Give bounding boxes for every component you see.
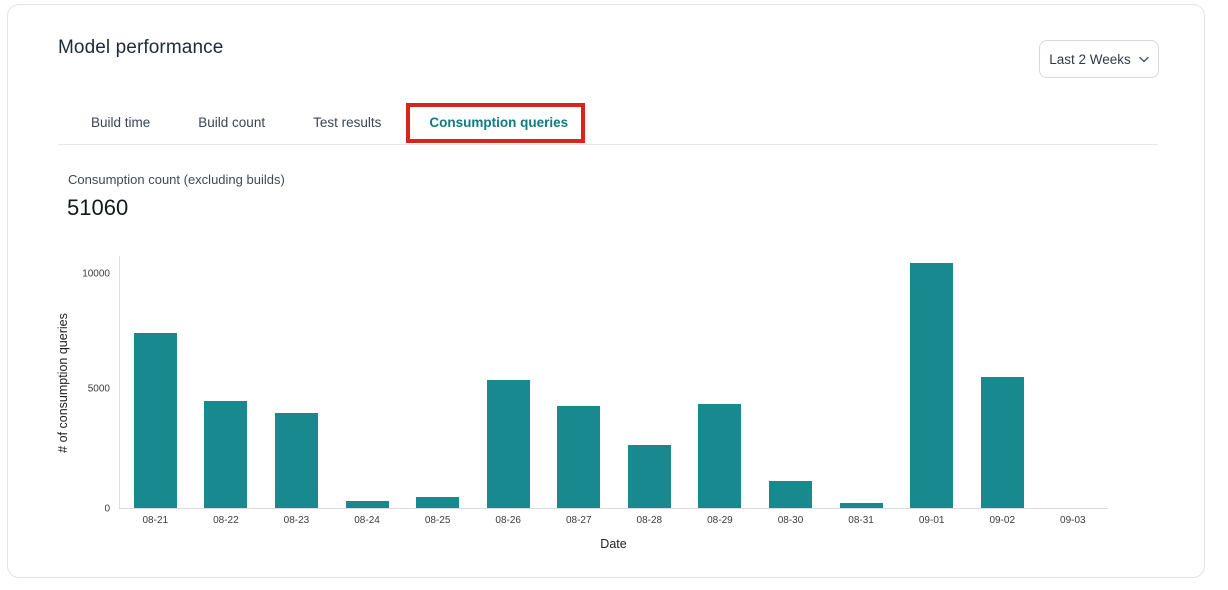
page-title: Model performance (58, 37, 223, 59)
x-tick-label: 09-01 (896, 515, 967, 526)
bar-slot: 08-25 (402, 256, 473, 508)
bar-08-22[interactable] (204, 401, 247, 508)
bar-08-25[interactable] (416, 497, 459, 508)
date-range-value: Last 2 Weeks (1049, 52, 1131, 67)
bar-slot: 08-28 (614, 256, 685, 508)
chevron-down-icon (1139, 56, 1149, 63)
x-tick-label: 08-25 (402, 515, 473, 526)
x-tick-label: 09-03 (1038, 515, 1109, 526)
bar-slot: 09-03 (1038, 256, 1109, 508)
bar-08-21[interactable] (134, 333, 177, 508)
tab-bar: Build time Build count Test results Cons… (91, 111, 568, 144)
bar-08-31[interactable] (840, 503, 883, 508)
x-axis-title: Date (119, 537, 1108, 551)
bar-09-02[interactable] (981, 377, 1024, 508)
bar-08-26[interactable] (487, 380, 530, 508)
x-tick-label: 08-30 (755, 515, 826, 526)
bar-09-01[interactable] (910, 263, 953, 508)
y-axis-title: # of consumption queries (56, 313, 70, 453)
bar-slot: 08-30 (755, 256, 826, 508)
bar-slot: 08-22 (191, 256, 262, 508)
x-tick-label: 08-29 (685, 515, 756, 526)
bar-08-28[interactable] (628, 445, 671, 508)
model-performance-card: Model performance Last 2 Weeks Build tim… (7, 4, 1205, 578)
bar-08-29[interactable] (698, 404, 741, 508)
x-tick-label: 08-28 (614, 515, 685, 526)
tab-build-count[interactable]: Build count (198, 111, 265, 144)
bar-slot: 08-29 (685, 256, 756, 508)
y-tick-10000: 10000 (82, 269, 110, 280)
bar-08-23[interactable] (275, 413, 318, 508)
bar-08-27[interactable] (557, 406, 600, 508)
y-tick-5000: 5000 (88, 384, 110, 395)
x-tick-label: 08-26 (473, 515, 544, 526)
x-tick-label: 08-23 (261, 515, 332, 526)
bar-slot: 08-26 (473, 256, 544, 508)
x-tick-label: 08-31 (826, 515, 897, 526)
x-tick-label: 08-24 (332, 515, 403, 526)
x-tick-label: 08-22 (191, 515, 262, 526)
bar-chart-plot-area: 08-2108-2208-2308-2408-2508-2608-2708-28… (119, 256, 1108, 509)
bar-slot: 08-24 (332, 256, 403, 508)
x-tick-label: 08-21 (120, 515, 191, 526)
stat-value: 51060 (67, 195, 128, 221)
bar-slot: 08-21 (120, 256, 191, 508)
tab-consumption-queries[interactable]: Consumption queries (429, 111, 568, 144)
bar-slot: 08-23 (261, 256, 332, 508)
bar-slot: 09-02 (967, 256, 1038, 508)
bar-slot: 09-01 (896, 256, 967, 508)
bar-slot: 08-31 (826, 256, 897, 508)
tab-test-results[interactable]: Test results (313, 111, 381, 144)
y-tick-0: 0 (104, 504, 110, 515)
date-range-dropdown[interactable]: Last 2 Weeks (1039, 40, 1159, 78)
x-tick-label: 09-02 (967, 515, 1038, 526)
tabs-divider (58, 144, 1158, 145)
tab-build-time[interactable]: Build time (91, 111, 150, 144)
stat-label: Consumption count (excluding builds) (68, 172, 285, 187)
bar-08-30[interactable] (769, 481, 812, 508)
bar-08-24[interactable] (346, 501, 389, 508)
bar-slot: 08-27 (543, 256, 614, 508)
x-tick-label: 08-27 (543, 515, 614, 526)
